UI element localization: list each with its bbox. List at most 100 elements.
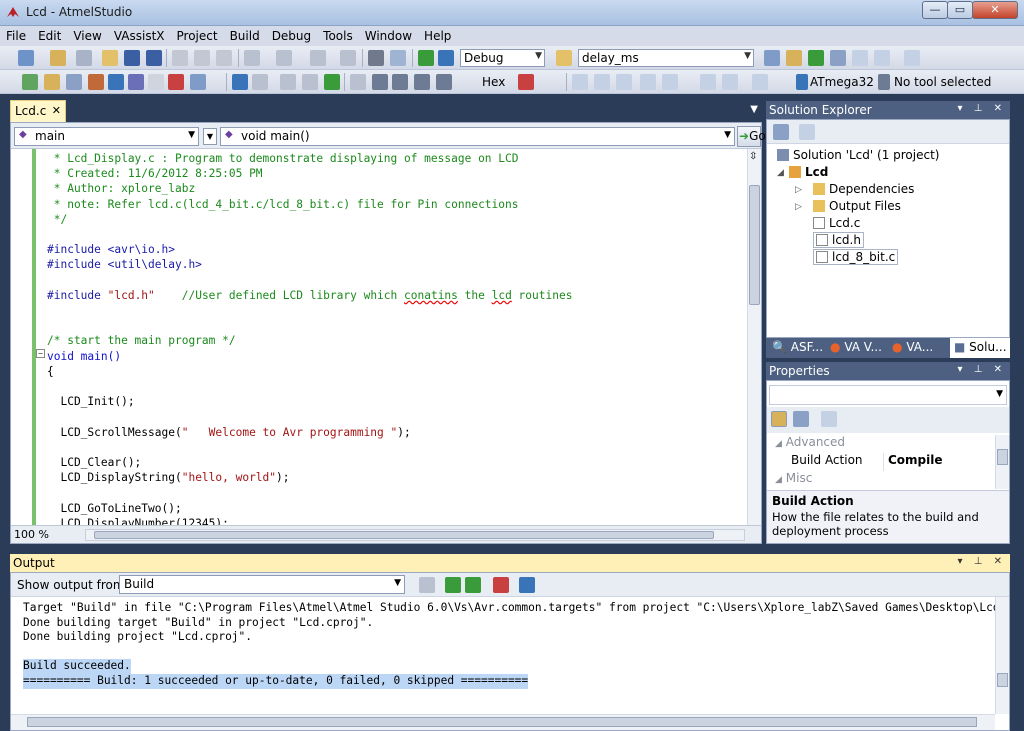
show-all-files-icon[interactable]	[799, 124, 815, 140]
show-next-statement-icon[interactable]	[436, 74, 452, 90]
navigate-forward-icon[interactable]	[340, 50, 356, 66]
tree-file-lcd-h[interactable]: lcd.h	[813, 232, 864, 248]
spell-check-icon[interactable]	[168, 74, 184, 90]
run-icon[interactable]	[324, 74, 340, 90]
maximize-button[interactable]: ▭	[947, 1, 973, 19]
tool-selector[interactable]: No tool selected	[894, 75, 991, 89]
editor-vertical-scrollbar[interactable]: ⇳	[747, 149, 761, 525]
tab-va-outline[interactable]: ● VA...	[892, 340, 933, 354]
continue-icon[interactable]	[232, 74, 248, 90]
scroll-thumb[interactable]	[997, 449, 1008, 465]
extension-manager-icon[interactable]	[874, 50, 890, 66]
start-debugging-icon[interactable]	[418, 50, 434, 66]
next-message-icon[interactable]	[465, 577, 481, 593]
reparse-icon[interactable]	[190, 74, 206, 90]
device-selector[interactable]: ATmega32	[810, 75, 874, 89]
scope-select[interactable]: ◆ main ▼	[14, 127, 199, 146]
properties-icon[interactable]	[773, 124, 789, 140]
undo-icon[interactable]	[244, 50, 260, 66]
expand-triangle-icon[interactable]: ▷	[795, 202, 802, 212]
find-symbol-icon[interactable]	[66, 74, 82, 90]
menu-file[interactable]: File	[0, 26, 32, 43]
registers-icon[interactable]	[616, 74, 632, 90]
tree-project-lcd[interactable]: Lcd	[789, 165, 828, 179]
save-icon[interactable]	[124, 50, 140, 66]
hex-toggle[interactable]: Hex	[482, 75, 505, 89]
step-into-icon[interactable]	[280, 74, 296, 90]
editor-horizontal-scrollbar[interactable]	[85, 529, 745, 541]
reset-icon[interactable]	[350, 74, 366, 90]
clear-all-icon[interactable]	[493, 577, 509, 593]
run-to-cursor-icon[interactable]	[414, 74, 430, 90]
list-methods-icon[interactable]	[88, 74, 104, 90]
cut-icon[interactable]	[172, 50, 188, 66]
menu-build[interactable]: Build	[224, 26, 266, 43]
tab-lcd-c[interactable]: Lcd.c ✕	[10, 100, 66, 122]
navigate-backward-icon[interactable]	[310, 50, 326, 66]
open-folder-icon[interactable]	[102, 50, 118, 66]
output-horizontal-scrollbar[interactable]	[11, 714, 995, 730]
menu-window[interactable]: Window	[359, 26, 418, 43]
properties-scrollbar[interactable]	[995, 435, 1009, 489]
property-build-action[interactable]: Build Action Compile	[767, 453, 995, 471]
scroll-thumb[interactable]	[94, 531, 714, 539]
start-without-debugging-icon[interactable]	[438, 50, 454, 66]
category-advanced[interactable]: ◢ Advanced	[767, 435, 995, 453]
property-value[interactable]: Compile	[883, 453, 995, 471]
brace-icon[interactable]	[148, 74, 164, 90]
redo-icon[interactable]	[276, 50, 292, 66]
programming-tool-icon[interactable]	[752, 74, 768, 90]
previous-message-icon[interactable]	[445, 577, 461, 593]
tree-output-files[interactable]: Output Files	[813, 199, 901, 213]
expand-triangle-icon[interactable]: ▷	[795, 185, 802, 195]
menu-view[interactable]: View	[67, 26, 107, 43]
add-item-icon[interactable]	[50, 50, 66, 66]
find-in-files-icon[interactable]	[556, 50, 572, 66]
object-select[interactable]: ▼	[769, 385, 1007, 405]
solution-configuration-select[interactable]: Debug ▼	[460, 49, 545, 67]
goto-definition-icon[interactable]	[128, 74, 144, 90]
find-message-icon[interactable]	[419, 577, 435, 593]
fold-toggle-icon[interactable]: −	[36, 349, 45, 358]
open-file-icon[interactable]	[108, 74, 124, 90]
go-button[interactable]: ➜Go	[737, 126, 766, 147]
processor-view-icon[interactable]	[700, 74, 716, 90]
collapse-triangle-icon[interactable]: ◢	[777, 168, 784, 178]
category-misc[interactable]: ◢ Misc	[767, 471, 995, 489]
tab-asf[interactable]: 🔍 ASF...	[772, 340, 823, 354]
function-select[interactable]: ◆ void main() ▼	[220, 127, 735, 146]
properties-window-icon[interactable]	[786, 50, 802, 66]
bookmark-icon[interactable]	[44, 74, 60, 90]
panel-controls[interactable]: ▾ ⊥ ✕	[958, 364, 1006, 375]
zoom-level[interactable]: 100 %	[14, 528, 74, 542]
chevron-down-icon[interactable]: ▼	[203, 128, 217, 145]
menu-project[interactable]: Project	[171, 26, 224, 43]
output-source-select[interactable]: Build ▼	[119, 575, 405, 594]
new-file-icon[interactable]	[76, 50, 92, 66]
scroll-thumb[interactable]	[749, 185, 760, 305]
scroll-thumb[interactable]	[997, 673, 1008, 687]
scroll-thumb[interactable]	[27, 717, 977, 727]
checklist-icon[interactable]	[22, 74, 38, 90]
output-vertical-scrollbar[interactable]	[995, 597, 1009, 714]
menu-edit[interactable]: Edit	[32, 26, 67, 43]
close-button[interactable]: ✕	[972, 1, 1018, 19]
minimize-button[interactable]: —	[922, 1, 948, 19]
paste-icon[interactable]	[216, 50, 232, 66]
new-project-icon[interactable]	[18, 50, 34, 66]
copy-icon[interactable]	[194, 50, 210, 66]
tree-file-lcd-c[interactable]: Lcd.c	[813, 216, 860, 230]
active-files-dropdown-icon[interactable]: ▼	[750, 104, 758, 115]
stop-debugging-icon[interactable]	[252, 74, 268, 90]
toolbox-icon[interactable]	[830, 50, 846, 66]
menu-tools[interactable]: Tools	[317, 26, 359, 43]
find-combo[interactable]: delay_ms ▼	[578, 49, 754, 67]
locals-icon[interactable]	[722, 74, 738, 90]
step-out-icon[interactable]	[392, 74, 408, 90]
pause-icon[interactable]	[302, 74, 318, 90]
breakpoints-icon[interactable]	[518, 74, 534, 90]
tab-va-view[interactable]: ● VA V...	[830, 340, 882, 354]
tree-file-lcd-8-bit-c[interactable]: lcd_8_bit.c	[813, 249, 899, 265]
panel-controls[interactable]: ▾ ⊥ ✕	[958, 103, 1006, 114]
split-view-icon[interactable]: ⇳	[749, 151, 757, 162]
